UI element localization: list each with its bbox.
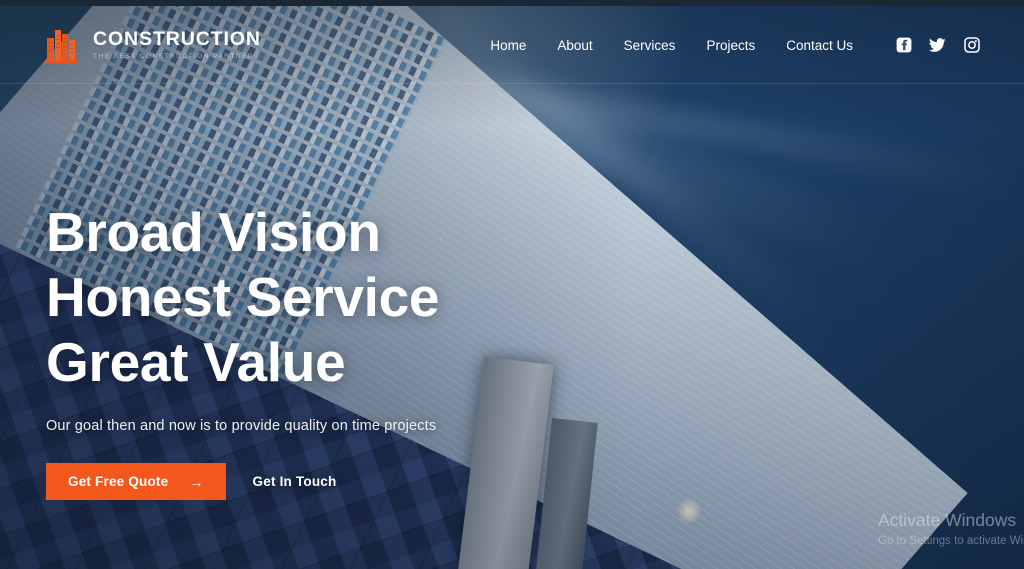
top-edge-strip <box>0 0 1024 6</box>
nav-item-home[interactable]: Home <box>490 38 526 53</box>
social-links <box>895 37 980 54</box>
get-free-quote-button[interactable]: Get Free Quote → <box>46 463 226 500</box>
brand-logo[interactable]: CONSTRUCTION THE BEST CONSTRUCTION PARTN… <box>44 25 261 65</box>
brand-tagline: THE BEST CONSTRUCTION PARTNER <box>93 52 255 60</box>
hero-title-line-3: Great Value <box>46 331 346 393</box>
brand-name: CONSTRUCTION <box>93 28 261 51</box>
hero-section: Broad Vision Honest Service Great Value … <box>46 200 746 500</box>
hero-title-line-2: Honest Service <box>46 266 440 328</box>
facebook-icon[interactable] <box>895 37 912 54</box>
nav-item-about[interactable]: About <box>557 38 592 53</box>
hero-title-line-1: Broad Vision <box>46 201 381 263</box>
nav-item-contact-us[interactable]: Contact Us <box>786 38 853 53</box>
light-glow-spot <box>676 498 702 524</box>
brand-text: CONSTRUCTION THE BEST CONSTRUCTION PARTN… <box>93 30 261 60</box>
site-header: CONSTRUCTION THE BEST CONSTRUCTION PARTN… <box>0 6 1024 84</box>
page-title: Broad Vision Honest Service Great Value <box>46 200 746 395</box>
twitter-icon[interactable] <box>929 37 946 54</box>
hero-actions: Get Free Quote → Get In Touch <box>46 463 746 500</box>
building-tower-icon <box>45 30 78 64</box>
get-free-quote-label: Get Free Quote <box>68 474 169 489</box>
get-in-touch-button[interactable]: Get In Touch <box>253 474 337 489</box>
arrow-right-icon: → <box>189 473 204 490</box>
nav-item-projects[interactable]: Projects <box>706 38 755 53</box>
instagram-icon[interactable] <box>963 37 980 54</box>
hero-subtitle: Our goal then and now is to provide qual… <box>46 418 437 434</box>
page-root: CONSTRUCTION THE BEST CONSTRUCTION PARTN… <box>0 0 1024 569</box>
main-navigation: Home About Services Projects Contact Us <box>490 37 980 54</box>
nav-item-services[interactable]: Services <box>624 38 676 53</box>
